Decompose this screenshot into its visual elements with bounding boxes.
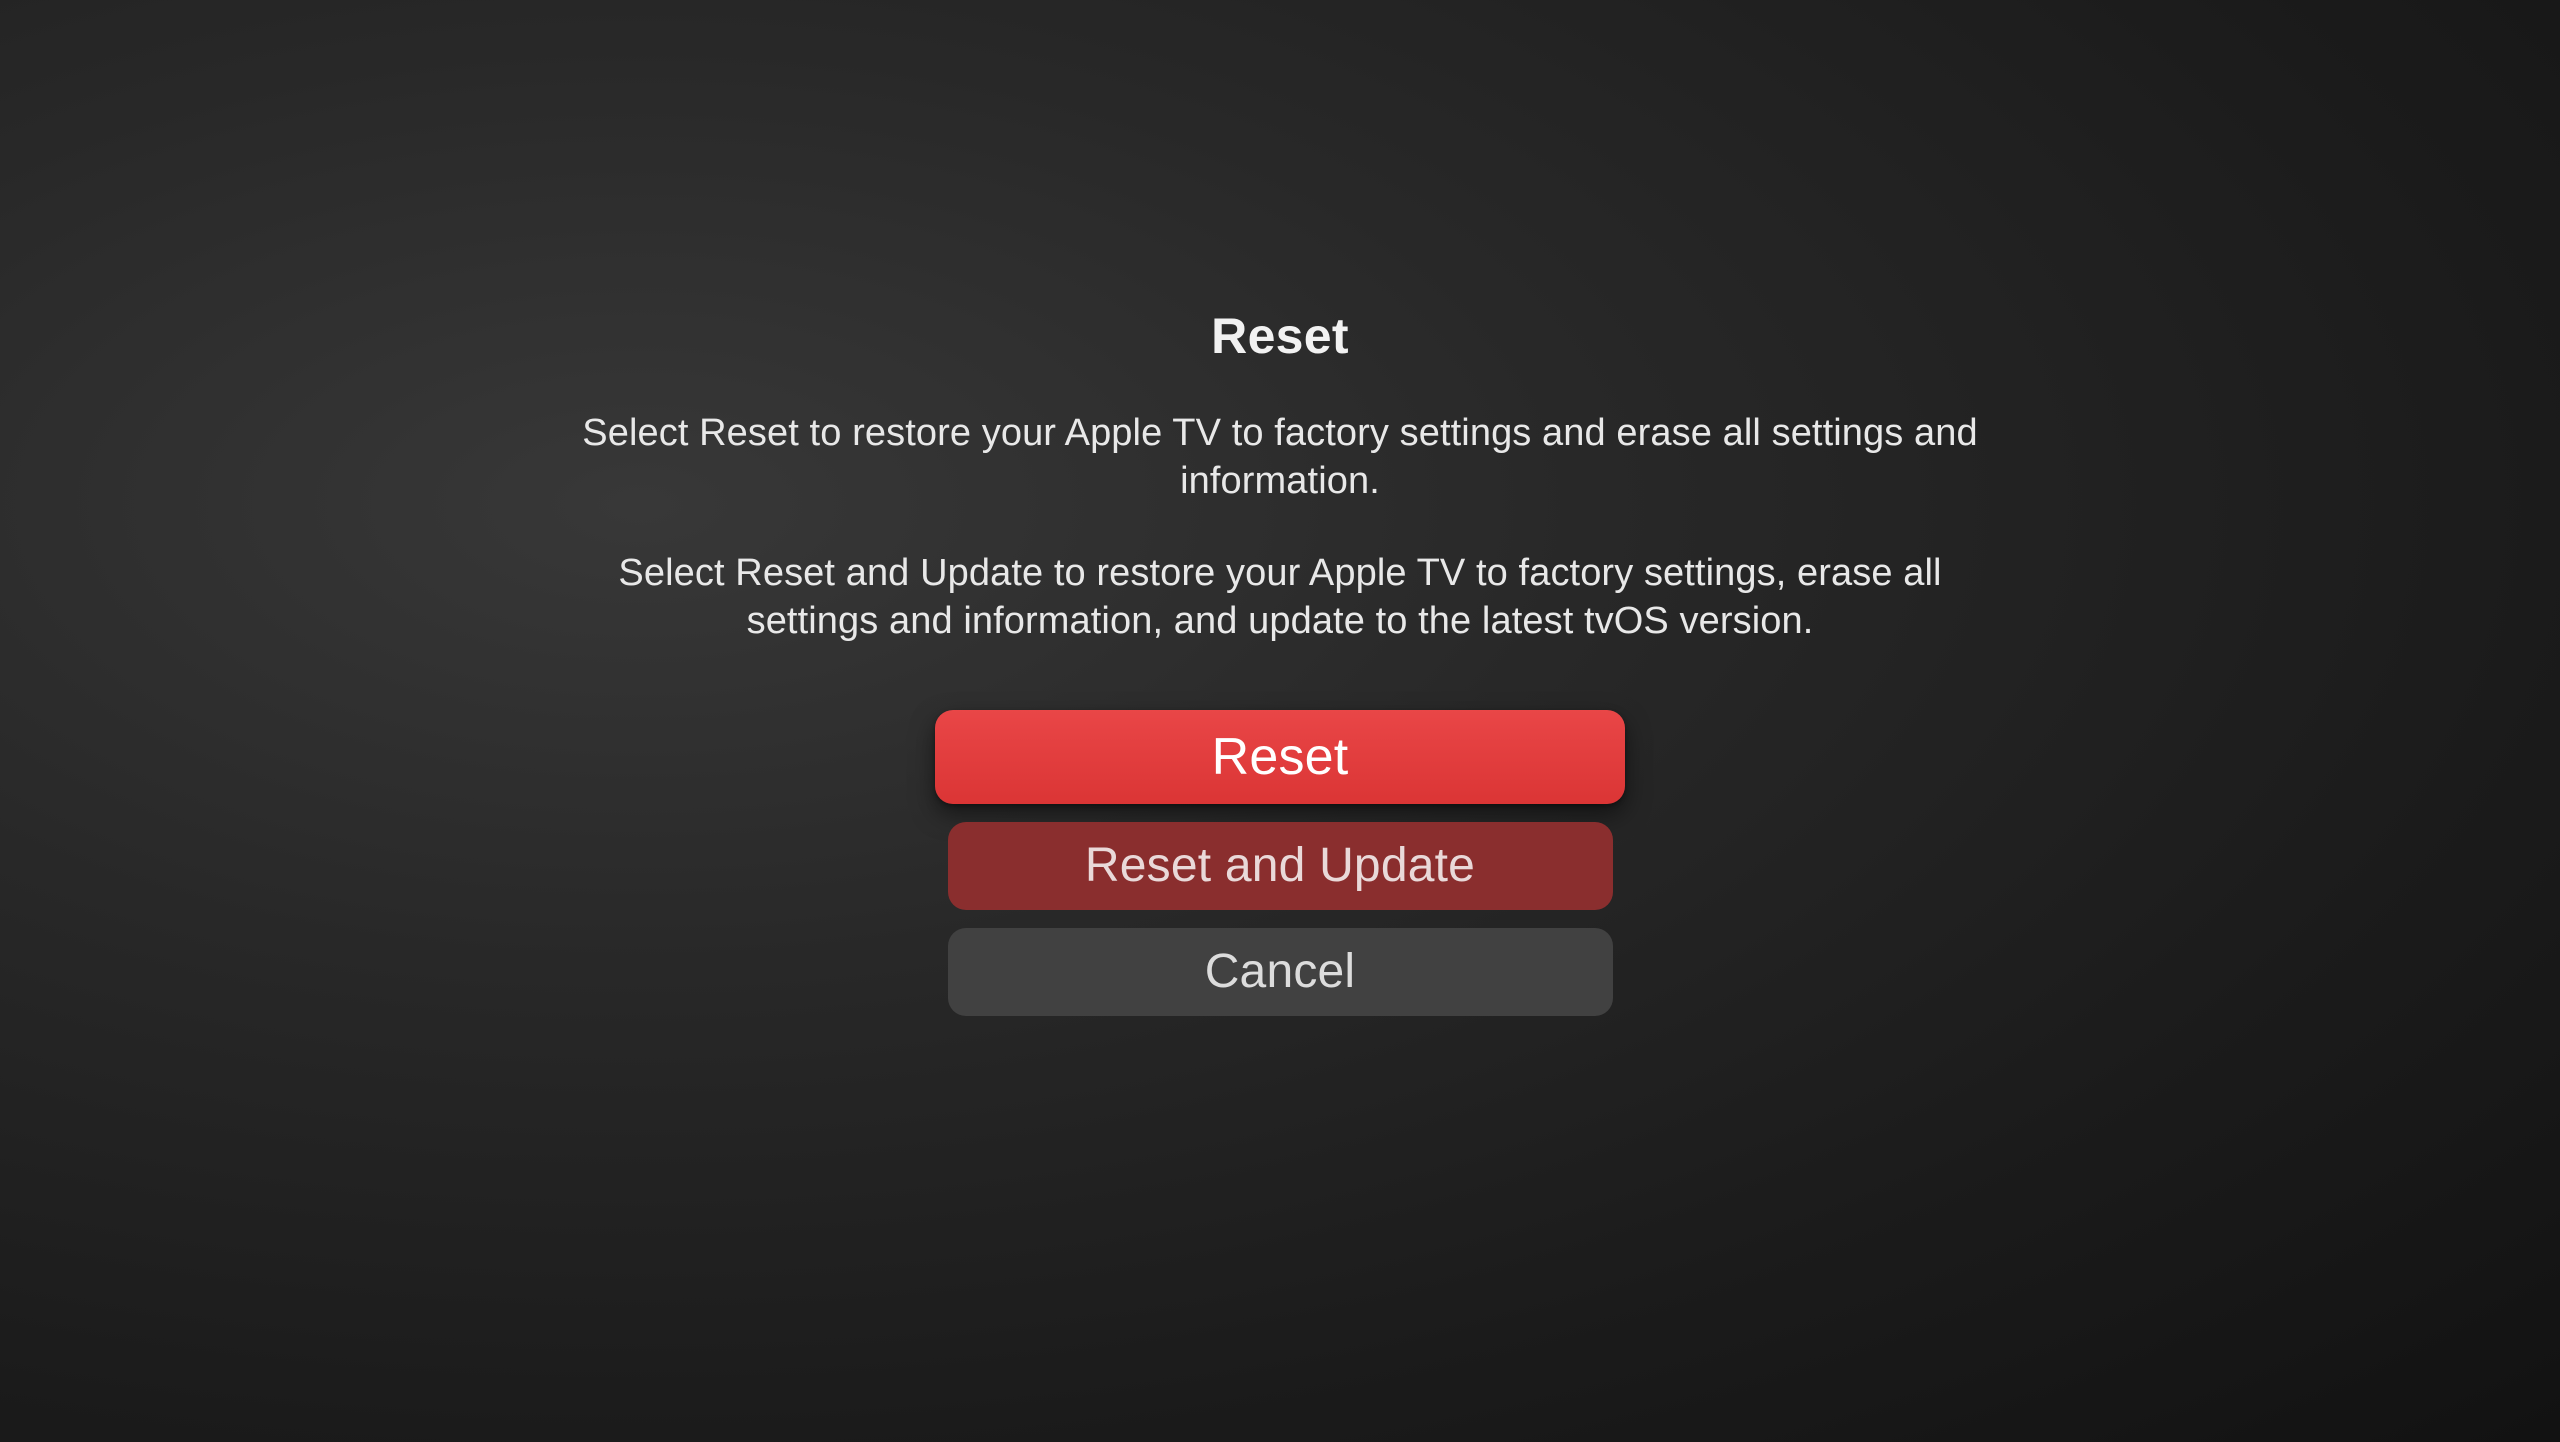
reset-button[interactable]: Reset — [935, 710, 1625, 804]
dialog-description-1: Select Reset to restore your Apple TV to… — [580, 409, 1980, 506]
cancel-button[interactable]: Cancel — [948, 928, 1613, 1016]
reset-and-update-button[interactable]: Reset and Update — [948, 822, 1613, 910]
dialog-title: Reset — [1211, 307, 1349, 365]
dialog-description-2: Select Reset and Update to restore your … — [580, 549, 1980, 646]
button-stack: Reset Reset and Update Cancel — [935, 710, 1625, 1016]
reset-dialog: Reset Select Reset to restore your Apple… — [580, 307, 1980, 1016]
